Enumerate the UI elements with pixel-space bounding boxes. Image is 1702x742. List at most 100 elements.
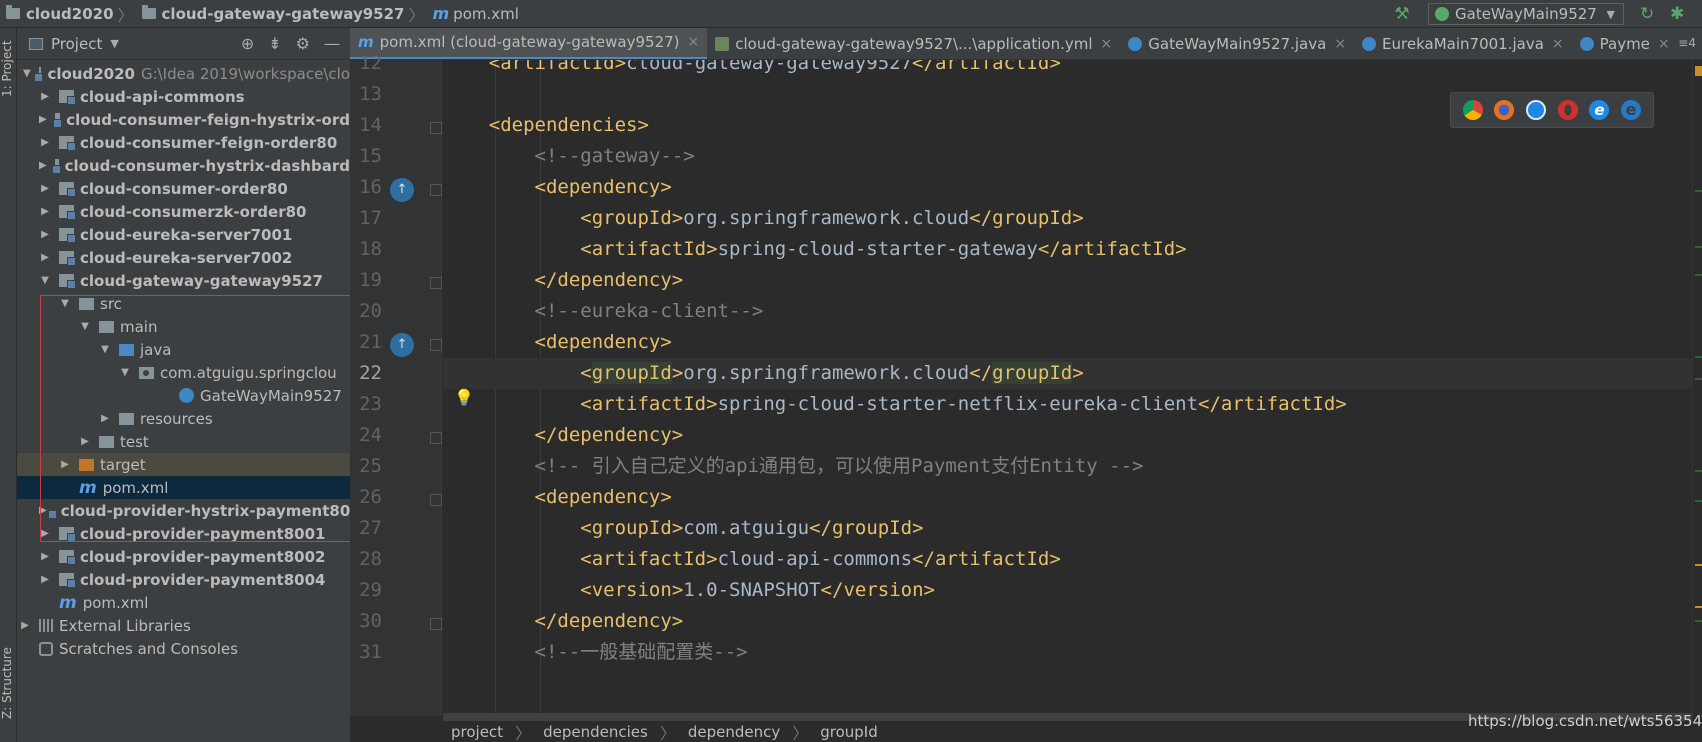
xml-crumb[interactable]: groupId xyxy=(820,723,878,741)
tree-folder-test[interactable]: ▶ test xyxy=(17,430,350,453)
expanded-arrow-icon[interactable]: ▼ xyxy=(59,298,71,309)
change-marker[interactable] xyxy=(1695,620,1702,622)
fold-marker-icon[interactable] xyxy=(430,184,442,196)
tree-external-libraries[interactable]: ▶ External Libraries xyxy=(17,614,350,637)
tab-gateway-main[interactable]: GateWayMain9527.java × xyxy=(1120,28,1354,59)
xml-crumb[interactable]: dependencies xyxy=(543,723,648,741)
expanded-arrow-icon[interactable]: ▼ xyxy=(23,68,31,79)
safari-icon[interactable] xyxy=(1526,100,1547,120)
collapsed-arrow-icon[interactable]: ▶ xyxy=(39,505,47,516)
expanded-arrow-icon[interactable]: ▼ xyxy=(39,275,51,286)
tree-module[interactable]: ▶ cloud-consumerzk-order80 xyxy=(17,200,350,223)
xml-crumb[interactable]: project xyxy=(451,723,503,741)
debug-bug-icon[interactable]: ✱ xyxy=(1670,4,1684,24)
code-line[interactable]: <!-- 引入自己定义的api通用包，可以使用Payment支付Entity -… xyxy=(443,451,1692,482)
change-marker[interactable] xyxy=(1695,500,1702,502)
collapsed-arrow-icon[interactable]: ▶ xyxy=(39,137,51,148)
tree-folder-main[interactable]: ▼ main xyxy=(17,315,350,338)
code-line[interactable]: <artifactId>cloud-api-commons</artifactI… xyxy=(443,544,1692,575)
chevron-down-icon[interactable]: ▼ xyxy=(110,37,118,50)
chrome-icon[interactable] xyxy=(1462,100,1483,120)
code-line[interactable]: <groupId>org.springframework.cloud</grou… xyxy=(443,358,1692,389)
collapsed-arrow-icon[interactable]: ▶ xyxy=(39,551,51,562)
locate-target-icon[interactable]: ⊕ xyxy=(241,34,254,53)
fold-marker-icon[interactable] xyxy=(430,432,442,444)
minimize-icon[interactable]: — xyxy=(324,34,340,53)
tree-folder-java[interactable]: ▼ java xyxy=(17,338,350,361)
tree-module[interactable]: ▶ cloud-eureka-server7002 xyxy=(17,246,350,269)
close-icon[interactable]: × xyxy=(1334,36,1346,52)
tree-module[interactable]: ▶ cloud-consumer-feign-hystrix-ord xyxy=(17,108,350,131)
collapsed-arrow-icon[interactable]: ▶ xyxy=(79,436,91,447)
gear-icon[interactable]: ⚙ xyxy=(296,34,310,53)
run-configuration-select[interactable]: GateWayMain9527 ▼ xyxy=(1428,3,1624,25)
change-marker[interactable] xyxy=(1695,378,1702,380)
code-line[interactable]: <artifactId>spring-cloud-starter-gateway… xyxy=(443,234,1692,265)
tab-application-yml[interactable]: cloud-gateway-gateway9527\...\applicatio… xyxy=(707,28,1120,59)
change-marker[interactable] xyxy=(1695,246,1702,248)
close-icon[interactable]: × xyxy=(1658,36,1670,52)
close-icon[interactable]: × xyxy=(688,34,700,50)
code-line[interactable]: <dependency> xyxy=(443,482,1692,513)
tab-pom-xml[interactable]: m pom.xml (cloud-gateway-gateway9527) × xyxy=(350,28,708,59)
tree-scratches[interactable]: Scratches and Consoles xyxy=(17,637,350,660)
tree-module[interactable]: ▶ cloud-provider-hystrix-payment80 xyxy=(17,499,350,522)
tree-file-pom-selected[interactable]: m pom.xml xyxy=(17,476,350,499)
collapsed-arrow-icon[interactable]: ▶ xyxy=(39,114,47,125)
code-line[interactable]: <groupId>org.springframework.cloud</grou… xyxy=(443,203,1692,234)
fold-marker-icon[interactable] xyxy=(430,339,442,351)
code-line[interactable]: <version>1.0-SNAPSHOT</version> xyxy=(443,575,1692,606)
tree-class[interactable]: GateWayMain9527 xyxy=(17,384,350,407)
expanded-arrow-icon[interactable]: ▼ xyxy=(99,344,111,355)
code-line[interactable]: <groupId>com.atguigu</groupId> xyxy=(443,513,1692,544)
build-hammer-icon[interactable]: ⚒ xyxy=(1392,4,1412,24)
tree-module[interactable]: ▶ cloud-provider-payment8002 xyxy=(17,545,350,568)
tree-folder-target[interactable]: ▶ target xyxy=(17,453,350,476)
fold-marker-icon[interactable] xyxy=(430,494,442,506)
opera-icon[interactable] xyxy=(1557,100,1578,120)
code-line[interactable]: <!--eureka-client--> xyxy=(443,296,1692,327)
code-line[interactable]: <artifactId>spring-cloud-starter-netflix… xyxy=(443,389,1692,420)
collapsed-arrow-icon[interactable]: ▶ xyxy=(39,574,51,585)
rerun-icon[interactable]: ↻ xyxy=(1640,4,1654,24)
code-line[interactable]: <!--一般基础配置类--> xyxy=(443,637,1692,668)
project-tool-tab[interactable]: 1: Project xyxy=(0,34,17,104)
tab-overflow-button[interactable]: ≡4 xyxy=(1678,36,1696,50)
change-marker[interactable] xyxy=(1695,470,1702,472)
nav-crumb-project[interactable]: cloud2020 xyxy=(0,0,116,28)
collapsed-arrow-icon[interactable]: ▶ xyxy=(99,413,111,424)
tree-module[interactable]: ▶ cloud-eureka-server7001 xyxy=(17,223,350,246)
tree-module-gateway[interactable]: ▼ cloud-gateway-gateway9527 xyxy=(17,269,350,292)
nav-crumb-file[interactable]: m pom.xml xyxy=(427,0,521,28)
structure-tool-tab[interactable]: Z: Structure xyxy=(0,638,17,728)
collapsed-arrow-icon[interactable]: ▶ xyxy=(59,459,71,470)
code-editor[interactable]: <artifactId>cloud-gateway-gateway9527</a… xyxy=(443,60,1692,716)
change-marker[interactable] xyxy=(1695,274,1702,276)
collapsed-arrow-icon[interactable]: ▶ xyxy=(39,160,47,171)
maven-dependency-gutter-icon[interactable]: ↑ xyxy=(390,333,414,357)
xml-crumb[interactable]: dependency xyxy=(688,723,780,741)
project-view-select[interactable]: Project xyxy=(51,35,102,53)
fold-marker-icon[interactable] xyxy=(430,277,442,289)
close-icon[interactable]: × xyxy=(1552,36,1564,52)
edge-icon[interactable]: e xyxy=(1621,100,1642,120)
editor-vertical-scrollbar[interactable] xyxy=(1692,60,1702,716)
change-marker[interactable] xyxy=(1695,190,1702,192)
tree-module[interactable]: ▶ cloud-consumer-hystrix-dashbard xyxy=(17,154,350,177)
tree-package[interactable]: ▼ com.atguigu.springclou xyxy=(17,361,350,384)
tree-file-root-pom[interactable]: m pom.xml xyxy=(17,591,350,614)
collapse-all-icon[interactable]: ⇟ xyxy=(268,34,281,53)
collapsed-arrow-icon[interactable]: ▶ xyxy=(39,183,51,194)
warning-marker[interactable] xyxy=(1695,564,1702,566)
collapsed-arrow-icon[interactable]: ▶ xyxy=(39,528,51,539)
tree-module[interactable]: ▶ cloud-consumer-feign-order80 xyxy=(17,131,350,154)
maven-dependency-gutter-icon[interactable]: ↑ xyxy=(390,178,414,202)
expanded-arrow-icon[interactable]: ▼ xyxy=(79,321,91,332)
warning-marker[interactable] xyxy=(1695,66,1702,76)
tree-module[interactable]: ▶ cloud-provider-payment8004 xyxy=(17,568,350,591)
collapsed-arrow-icon[interactable]: ▶ xyxy=(39,91,51,102)
tree-root[interactable]: ▼ cloud2020 G:\Idea 2019\workspace\clo xyxy=(17,62,350,85)
code-line[interactable]: </dependency> xyxy=(443,420,1692,451)
code-line[interactable]: <!--gateway--> xyxy=(443,141,1692,172)
code-line[interactable]: <artifactId>cloud-gateway-gateway9527</a… xyxy=(443,60,1692,79)
